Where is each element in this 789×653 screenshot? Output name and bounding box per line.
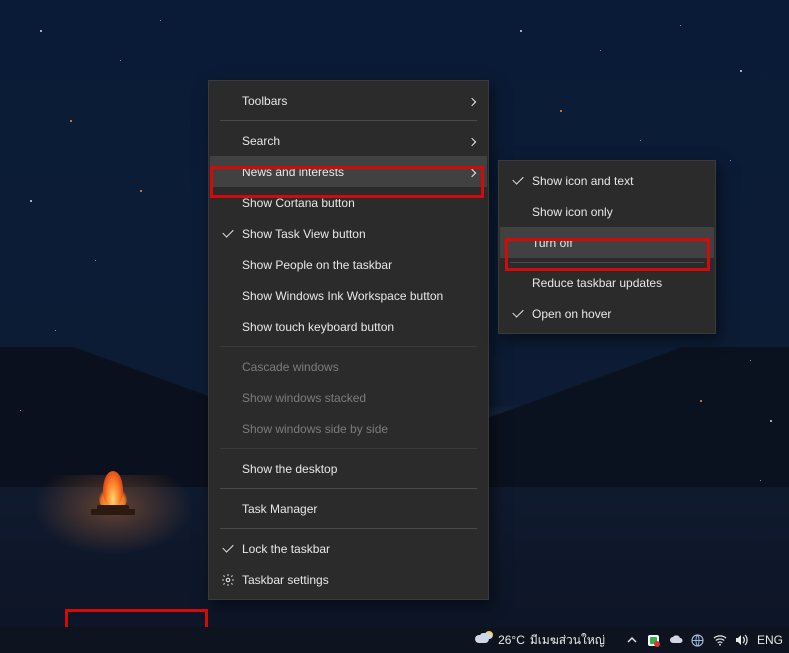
gear-icon bbox=[218, 573, 238, 587]
wifi-icon[interactable] bbox=[713, 633, 727, 647]
menu-item-label: Show touch keyboard button bbox=[242, 320, 461, 334]
check-icon bbox=[508, 312, 528, 315]
menu-item-lock-the-taskbar[interactable]: Lock the taskbar bbox=[210, 533, 487, 564]
check-icon bbox=[218, 232, 238, 235]
menu-item-label: Show People on the taskbar bbox=[242, 258, 461, 272]
menu-item-label: Toolbars bbox=[242, 94, 461, 108]
tray-overflow-chevron-icon[interactable] bbox=[625, 633, 639, 647]
menu-item-label: Show windows stacked bbox=[242, 391, 461, 405]
menu-item-label: Show the desktop bbox=[242, 462, 461, 476]
volume-icon[interactable] bbox=[735, 633, 749, 647]
menu-separator bbox=[220, 120, 477, 121]
menu-separator bbox=[220, 346, 477, 347]
system-tray: 26°C มีเมฆส่วนใหญ่ ENG bbox=[475, 627, 783, 653]
submenu-item-show-icon-only[interactable]: Show icon only bbox=[500, 196, 714, 227]
menu-item-show-ink-workspace[interactable]: Show Windows Ink Workspace button bbox=[210, 280, 487, 311]
menu-item-news-and-interests[interactable]: News and interests bbox=[210, 156, 487, 187]
menu-separator bbox=[220, 528, 477, 529]
menu-separator bbox=[220, 488, 477, 489]
menu-item-toolbars[interactable]: Toolbars bbox=[210, 85, 487, 116]
news-and-interests-submenu: Show icon and text Show icon only Turn o… bbox=[498, 160, 716, 334]
submenu-item-show-icon-and-text[interactable]: Show icon and text bbox=[500, 165, 714, 196]
tray-globe-icon[interactable] bbox=[691, 633, 705, 647]
menu-item-label: Lock the taskbar bbox=[242, 542, 461, 556]
menu-item-label: Show icon and text bbox=[532, 174, 702, 188]
menu-item-label: Search bbox=[242, 134, 461, 148]
menu-item-label: Cascade windows bbox=[242, 360, 461, 374]
menu-item-label: Show Cortana button bbox=[242, 196, 461, 210]
menu-item-show-windows-stacked: Show windows stacked bbox=[210, 382, 487, 413]
submenu-item-turn-off[interactable]: Turn off bbox=[500, 227, 714, 258]
menu-item-label: Task Manager bbox=[242, 502, 461, 516]
tray-app-icon[interactable] bbox=[647, 633, 661, 647]
menu-item-show-task-view-button[interactable]: Show Task View button bbox=[210, 218, 487, 249]
menu-item-label: Show icon only bbox=[532, 205, 702, 219]
menu-item-task-manager[interactable]: Task Manager bbox=[210, 493, 487, 524]
tray-cloud-icon[interactable] bbox=[669, 633, 683, 647]
menu-item-label: Show Task View button bbox=[242, 227, 461, 241]
language-indicator[interactable]: ENG bbox=[757, 633, 783, 647]
menu-item-label: Turn off bbox=[532, 236, 702, 250]
menu-item-show-windows-side-by-side: Show windows side by side bbox=[210, 413, 487, 444]
menu-item-cascade-windows: Cascade windows bbox=[210, 351, 487, 382]
news-and-interests-widget[interactable]: 26°C มีเมฆส่วนใหญ่ bbox=[475, 631, 605, 650]
menu-item-label: Open on hover bbox=[532, 307, 702, 321]
menu-item-show-touch-keyboard[interactable]: Show touch keyboard button bbox=[210, 311, 487, 342]
chevron-right-icon bbox=[461, 134, 475, 148]
menu-item-label: News and interests bbox=[242, 165, 461, 179]
check-icon bbox=[218, 547, 238, 550]
menu-separator bbox=[510, 262, 704, 263]
submenu-item-reduce-taskbar-updates[interactable]: Reduce taskbar updates bbox=[500, 267, 714, 298]
chevron-right-icon bbox=[461, 94, 475, 108]
chevron-right-icon bbox=[461, 165, 475, 179]
weather-icon bbox=[475, 631, 493, 649]
weather-text: มีเมฆส่วนใหญ่ bbox=[530, 631, 605, 650]
menu-item-label: Reduce taskbar updates bbox=[532, 276, 702, 290]
menu-item-taskbar-settings[interactable]: Taskbar settings bbox=[210, 564, 487, 595]
taskbar[interactable]: 26°C มีเมฆส่วนใหญ่ ENG bbox=[0, 627, 789, 653]
taskbar-context-menu: Toolbars Search News and interests Show … bbox=[208, 80, 489, 600]
menu-item-label: Show Windows Ink Workspace button bbox=[242, 289, 461, 303]
menu-item-show-people[interactable]: Show People on the taskbar bbox=[210, 249, 487, 280]
menu-item-label: Show windows side by side bbox=[242, 422, 461, 436]
menu-item-show-cortana-button[interactable]: Show Cortana button bbox=[210, 187, 487, 218]
submenu-item-open-on-hover[interactable]: Open on hover bbox=[500, 298, 714, 329]
menu-item-search[interactable]: Search bbox=[210, 125, 487, 156]
menu-item-show-the-desktop[interactable]: Show the desktop bbox=[210, 453, 487, 484]
campfire bbox=[93, 455, 133, 515]
menu-item-label: Taskbar settings bbox=[242, 573, 461, 587]
menu-separator bbox=[220, 448, 477, 449]
temperature-label: 26°C bbox=[498, 633, 525, 647]
check-icon bbox=[508, 179, 528, 182]
